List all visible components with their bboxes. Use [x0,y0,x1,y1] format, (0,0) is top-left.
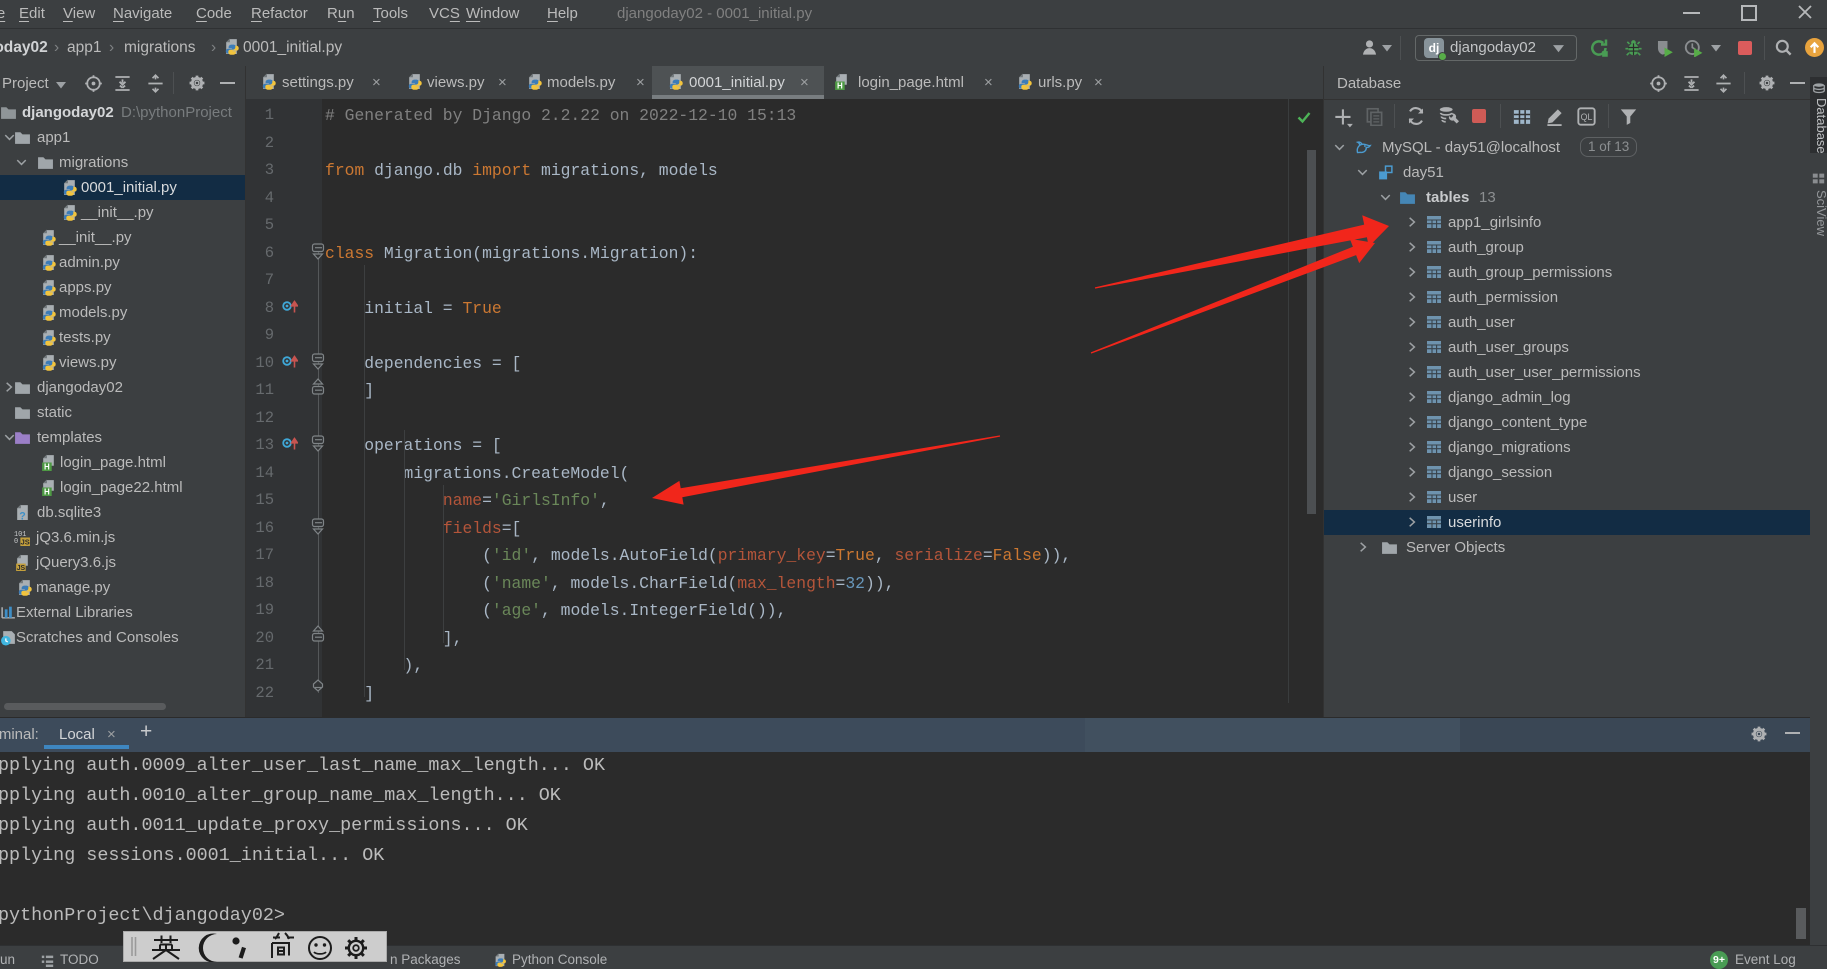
svg-text:QL: QL [1581,112,1593,122]
